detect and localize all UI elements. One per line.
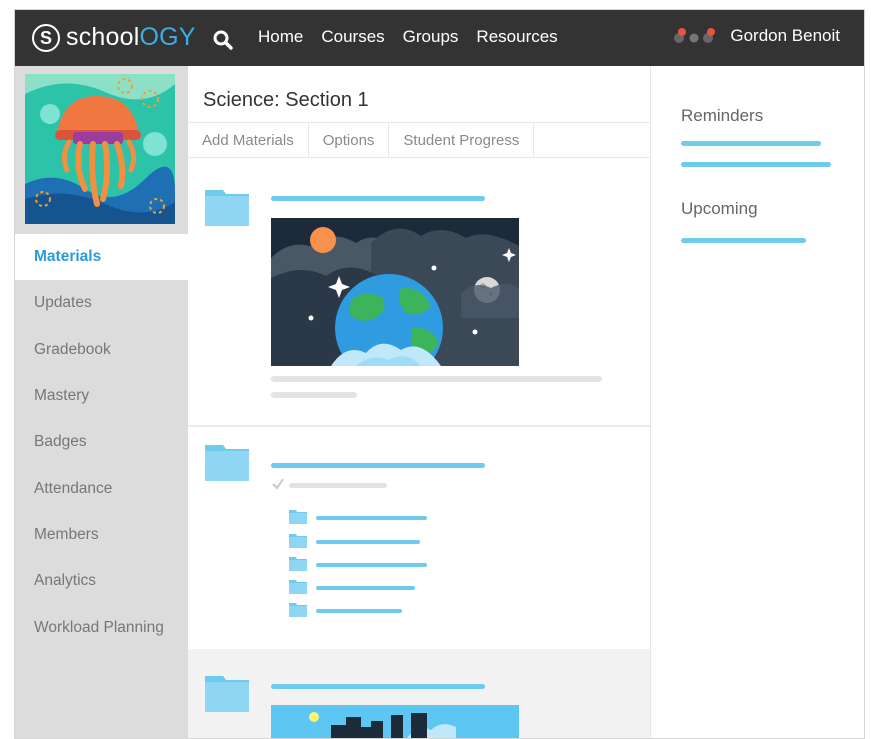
student-progress-button[interactable]: Student Progress bbox=[389, 123, 535, 158]
folder-icon bbox=[289, 534, 307, 548]
subfolder-placeholder[interactable] bbox=[316, 609, 402, 613]
sidebar-item-analytics[interactable]: Analytics bbox=[15, 558, 188, 604]
material-item[interactable] bbox=[188, 649, 650, 738]
subfolder-placeholder[interactable] bbox=[316, 540, 420, 544]
folder-icon bbox=[289, 580, 307, 594]
logo-wordmark: schoolOGY bbox=[66, 23, 196, 51]
sidebar-item-updates[interactable]: Updates bbox=[15, 280, 188, 326]
options-button[interactable]: Options bbox=[309, 123, 390, 158]
top-navigation-bar: S schoolOGY Home Courses Groups Resource… bbox=[15, 10, 864, 66]
nav-groups[interactable]: Groups bbox=[403, 27, 459, 47]
folder-icon bbox=[205, 445, 249, 481]
material-title-placeholder[interactable] bbox=[271, 196, 485, 201]
folder-icon bbox=[205, 190, 249, 226]
app-window: S schoolOGY Home Courses Groups Resource… bbox=[14, 9, 865, 739]
folder-icon bbox=[289, 510, 307, 524]
user-name[interactable]: Gordon Benoit bbox=[730, 26, 840, 46]
reminder-placeholder[interactable] bbox=[681, 141, 821, 146]
city-illustration bbox=[271, 705, 519, 738]
subfolder-placeholder[interactable] bbox=[316, 516, 427, 520]
material-item[interactable] bbox=[188, 158, 650, 418]
description-placeholder-line bbox=[271, 376, 602, 382]
materials-toolbar: Add Materials Options Student Progress bbox=[188, 122, 650, 158]
material-title-placeholder[interactable] bbox=[271, 684, 485, 689]
main-nav: Home Courses Groups Resources bbox=[258, 27, 558, 47]
schoology-logo[interactable]: S schoolOGY bbox=[32, 23, 196, 52]
logo-wordmark-accent: OGY bbox=[139, 23, 196, 51]
sidebar-menu: Materials Updates Gradebook Mastery Badg… bbox=[15, 234, 188, 651]
logo-text: schoolOGY bbox=[66, 23, 196, 52]
nav-home[interactable]: Home bbox=[258, 27, 303, 47]
upcoming-heading: Upcoming bbox=[681, 199, 758, 218]
nav-courses[interactable]: Courses bbox=[321, 27, 384, 47]
sidebar-item-members[interactable]: Members bbox=[15, 512, 188, 558]
search-icon[interactable] bbox=[213, 30, 233, 50]
course-profile-image bbox=[25, 74, 175, 224]
folder-title-placeholder[interactable] bbox=[271, 463, 485, 468]
add-materials-button[interactable]: Add Materials bbox=[188, 123, 309, 158]
folder-icon bbox=[205, 676, 249, 712]
folder-icon bbox=[289, 603, 307, 617]
sidebar-item-badges[interactable]: Badges bbox=[15, 419, 188, 465]
right-panel: Reminders Upcoming bbox=[650, 66, 864, 738]
space-earth-illustration bbox=[271, 218, 519, 366]
sidebar-item-mastery[interactable]: Mastery bbox=[15, 373, 188, 419]
sidebar-item-workload-planning[interactable]: Workload Planning bbox=[15, 604, 188, 650]
checkmark-icon bbox=[272, 478, 284, 490]
reminders-heading: Reminders bbox=[681, 106, 764, 125]
course-sidebar: Materials Updates Gradebook Mastery Badg… bbox=[15, 66, 188, 738]
sidebar-item-materials[interactable]: Materials bbox=[15, 234, 188, 281]
sidebar-item-attendance[interactable]: Attendance bbox=[15, 465, 188, 511]
page-title: Science: Section 1 bbox=[203, 89, 369, 111]
completion-placeholder bbox=[289, 483, 387, 488]
sidebar-item-gradebook[interactable]: Gradebook bbox=[15, 327, 188, 373]
logo-badge-icon: S bbox=[32, 23, 60, 52]
upcoming-placeholder[interactable] bbox=[681, 238, 806, 243]
nav-resources[interactable]: Resources bbox=[476, 27, 557, 47]
reminder-placeholder[interactable] bbox=[681, 162, 831, 167]
materials-panel: Science: Section 1 Add Materials Options… bbox=[188, 66, 650, 738]
material-item[interactable] bbox=[188, 427, 650, 649]
folder-icon bbox=[289, 557, 307, 571]
subfolder-placeholder[interactable] bbox=[316, 563, 427, 567]
description-placeholder-line bbox=[271, 392, 357, 398]
user-menu[interactable]: Gordon Benoit bbox=[670, 24, 840, 48]
subfolder-placeholder[interactable] bbox=[316, 586, 415, 590]
notification-icons[interactable] bbox=[670, 24, 722, 48]
